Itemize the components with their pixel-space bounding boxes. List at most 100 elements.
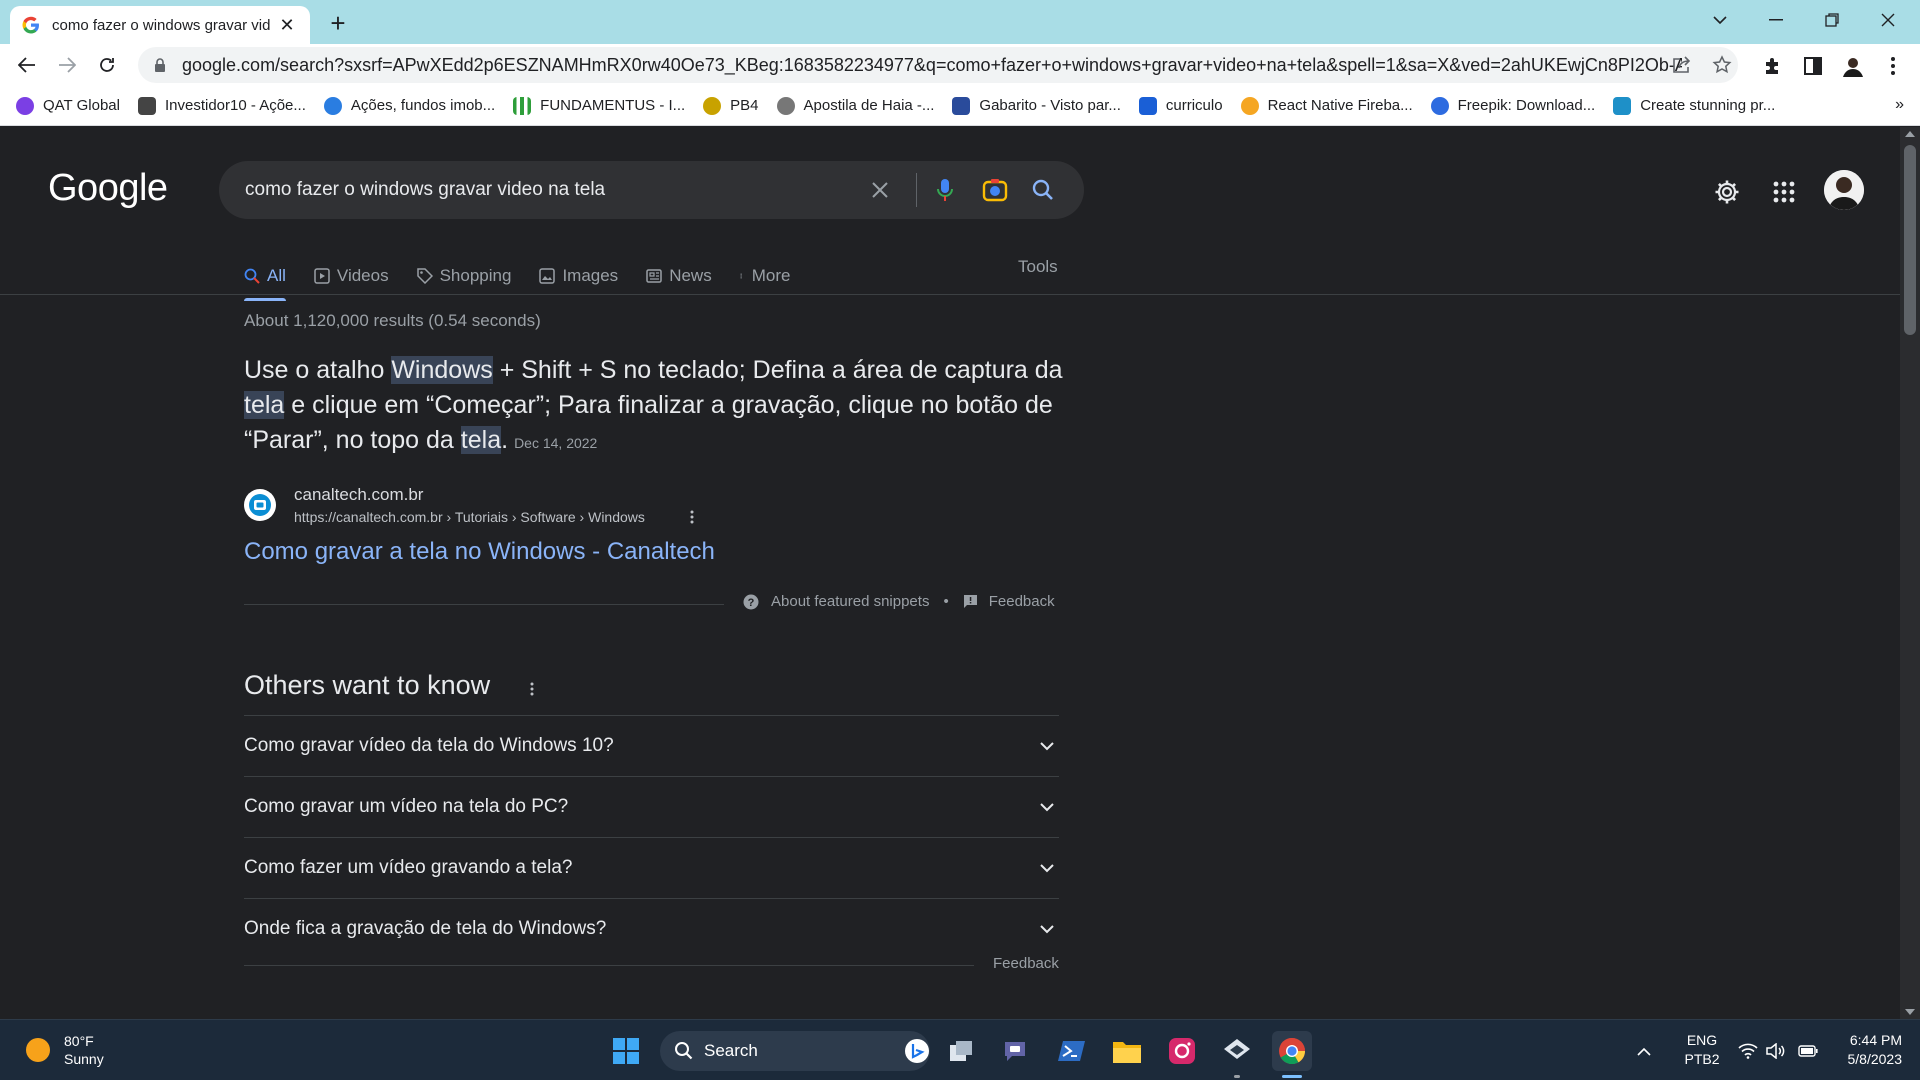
profile-avatar[interactable]	[1840, 53, 1866, 79]
bookmark-item[interactable]: curriculo	[1138, 96, 1223, 115]
microphone-icon[interactable]	[931, 176, 959, 204]
tools-button[interactable]: Tools	[1018, 257, 1058, 277]
lock-icon[interactable]	[152, 57, 168, 73]
snippet-feedback-link[interactable]: Feedback	[989, 593, 1055, 610]
back-arrow-icon[interactable]	[12, 50, 42, 80]
battery-icon[interactable]	[1796, 1031, 1820, 1071]
wifi-icon[interactable]	[1736, 1031, 1760, 1071]
minimize-button[interactable]	[1748, 0, 1804, 40]
bookmark-item[interactable]: Investidor10 - Açõe...	[137, 96, 306, 115]
bar-chart-icon	[513, 96, 532, 115]
scrollbar-thumb[interactable]	[1904, 145, 1916, 335]
clock-date: 5/8/2023	[1847, 1051, 1903, 1067]
apps-grid-icon[interactable]	[1769, 177, 1799, 207]
system-clock[interactable]: 6:44 PM 5/8/2023	[1836, 1031, 1903, 1069]
chevron-up-icon[interactable]	[1632, 1031, 1656, 1071]
tab-images[interactable]: Images	[539, 255, 618, 295]
address-bar[interactable]: google.com/search?sxsrf=APwXEdd2p6ESZNAM…	[138, 47, 1738, 83]
faq-item[interactable]: Como gravar vídeo da tela do Windows 10?	[244, 715, 1059, 776]
forward-arrow-icon[interactable]	[52, 50, 82, 80]
bookmark-item[interactable]: PB4	[703, 96, 759, 115]
weather-condition: Sunny	[64, 1051, 104, 1067]
image-icon	[539, 268, 556, 284]
settings-gear-icon[interactable]	[1712, 177, 1742, 207]
account-avatar[interactable]	[1824, 170, 1864, 210]
side-panel-icon[interactable]	[1800, 53, 1826, 79]
tab-title: como fazer o windows gravar vid	[52, 16, 271, 34]
chevron-down-icon[interactable]	[1035, 734, 1059, 758]
browser-menu-kebab-icon[interactable]	[1880, 53, 1906, 79]
page-scrollbar[interactable]	[1900, 127, 1920, 1019]
tab-news[interactable]: News	[646, 255, 712, 295]
featured-snippet-text: Use o atalho Windows + Shift + S no tecl…	[244, 356, 1063, 454]
app-launcher-icon[interactable]	[1217, 1031, 1257, 1071]
tab-all[interactable]: All	[244, 255, 286, 301]
clock-time: 6:44 PM	[1849, 1032, 1902, 1048]
weather-widget[interactable]: 80°F Sunny	[26, 1032, 104, 1068]
powershell-icon[interactable]	[1052, 1031, 1092, 1071]
tab-shopping[interactable]: Shopping	[416, 255, 511, 295]
instagram-icon[interactable]	[1162, 1031, 1202, 1071]
tab-more[interactable]: More	[740, 255, 790, 295]
about-featured-snippets-link[interactable]: About featured snippets	[771, 593, 929, 610]
new-tab-button[interactable]: +	[324, 10, 352, 38]
source-site-name[interactable]: canaltech.com.br	[294, 485, 423, 505]
bookmark-item[interactable]: Gabarito - Visto par...	[952, 96, 1121, 115]
bookmark-item[interactable]: QAT Global	[16, 96, 120, 115]
chevron-down-icon[interactable]	[1035, 795, 1059, 819]
clear-search-icon[interactable]	[866, 176, 894, 204]
faq-question: Como gravar um vídeo na tela do PC?	[244, 796, 569, 817]
faq-item[interactable]: Como gravar um vídeo na tela do PC?	[244, 776, 1059, 837]
google-logo[interactable]: Google	[48, 167, 168, 210]
others-want-to-know-heading: Others want to know	[244, 670, 491, 700]
close-tab-icon[interactable]: ✕	[276, 14, 298, 36]
active-app-indicator	[1282, 1075, 1302, 1078]
windows-taskbar: 80°F Sunny Search ENG PTB2 6:44 PM 5/8/2…	[0, 1019, 1920, 1080]
url-text[interactable]: google.com/search?sxsrf=APwXEdd2p6ESZNAM…	[182, 55, 1682, 76]
task-view-icon[interactable]	[942, 1031, 982, 1071]
bookmark-item[interactable]: React Native Fireba...	[1240, 96, 1413, 115]
svg-text:?: ?	[748, 597, 755, 609]
source-breadcrumb[interactable]: https://canaltech.com.br › Tutoriais › S…	[294, 509, 645, 525]
chevron-down-icon[interactable]	[1035, 917, 1059, 941]
restore-button[interactable]	[1804, 0, 1860, 40]
share-icon[interactable]	[1670, 53, 1694, 77]
taskbar-search-label: Search	[704, 1041, 758, 1060]
tab-videos[interactable]: Videos	[314, 255, 389, 295]
faq-item[interactable]: Onde fica a gravação de tela do Windows?	[244, 898, 1059, 959]
bookmark-item[interactable]: Freepik: Download...	[1430, 96, 1595, 115]
teams-chat-icon[interactable]	[997, 1031, 1037, 1071]
bookmark-item[interactable]: FUNDAMENTUS - I...	[513, 96, 685, 115]
browser-tab[interactable]: como fazer o windows gravar vid ✕	[10, 6, 310, 44]
close-window-button[interactable]	[1860, 0, 1916, 40]
bing-icon[interactable]	[904, 1038, 930, 1064]
camera-lens-icon[interactable]	[981, 176, 1009, 204]
faq-item[interactable]: Como fazer um vídeo gravando a tela?	[244, 837, 1059, 898]
volume-icon[interactable]	[1764, 1031, 1788, 1071]
faq-feedback-link[interactable]: Feedback	[993, 955, 1059, 972]
others-options-kebab-icon[interactable]	[524, 679, 540, 699]
search-box[interactable]: como fazer o windows gravar video na tel…	[219, 161, 1084, 219]
extensions-puzzle-icon[interactable]	[1760, 53, 1786, 79]
file-explorer-icon[interactable]	[1107, 1031, 1147, 1071]
windows-start-icon[interactable]	[606, 1031, 646, 1071]
taskbar-search-box[interactable]: Search	[660, 1031, 930, 1071]
result-title-link[interactable]: Como gravar a tela no Windows - Canaltec…	[244, 538, 715, 566]
tab-search-chevron-icon[interactable]	[1692, 0, 1748, 40]
result-options-kebab-icon[interactable]	[684, 507, 700, 527]
scroll-up-arrow-icon[interactable]	[1905, 131, 1915, 137]
search-icon[interactable]	[1029, 176, 1057, 204]
bookmark-item[interactable]: Create stunning pr...	[1613, 96, 1775, 115]
bookmark-item[interactable]: Apostila de Haia -...	[776, 96, 934, 115]
bookmark-star-icon[interactable]	[1710, 53, 1734, 77]
chrome-icon[interactable]	[1272, 1031, 1312, 1071]
reload-icon[interactable]	[92, 50, 122, 80]
bookmark-item[interactable]: Ações, fundos imob...	[323, 96, 495, 115]
chevron-down-icon[interactable]	[1035, 856, 1059, 880]
language-indicator[interactable]: ENG PTB2	[1684, 1031, 1720, 1069]
canaltech-favicon-icon[interactable]	[244, 489, 276, 521]
scroll-down-arrow-icon[interactable]	[1905, 1009, 1915, 1015]
bookmarks-overflow-icon[interactable]: »	[1895, 96, 1904, 114]
snippet-divider	[244, 604, 724, 605]
weather-temperature: 80°F	[64, 1033, 94, 1049]
